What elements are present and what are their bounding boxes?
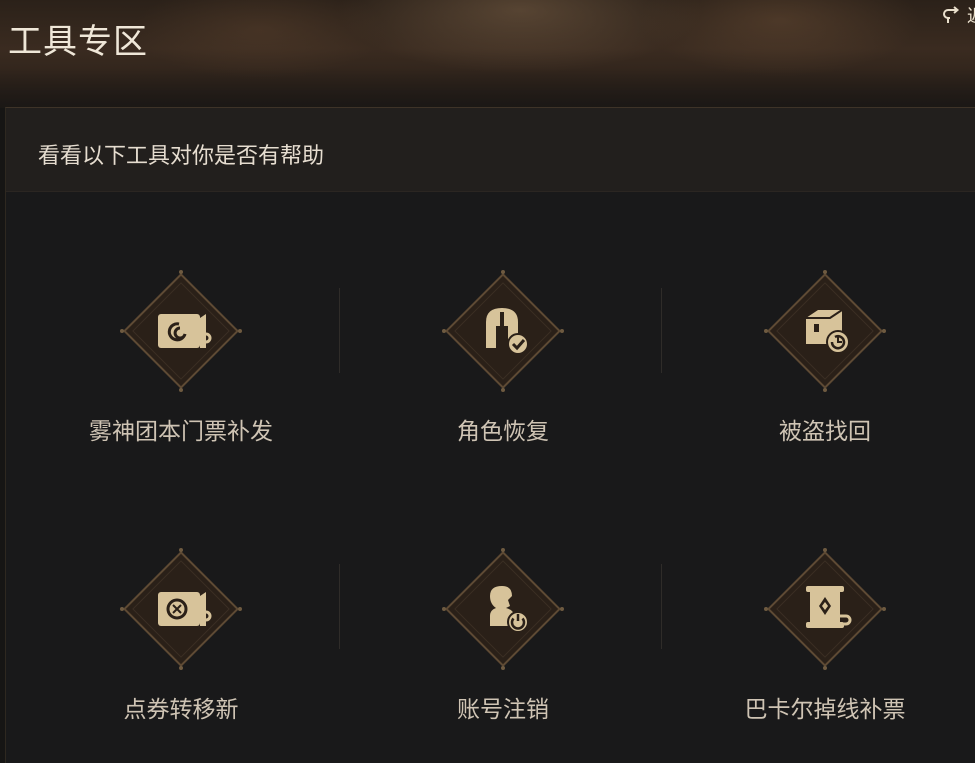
tool-label: 雾神团本门票补发 bbox=[89, 419, 273, 445]
tool-label: 点券转移新 bbox=[123, 697, 239, 723]
return-icon bbox=[943, 6, 960, 23]
divider bbox=[661, 288, 662, 373]
tool-label: 角色恢复 bbox=[457, 419, 549, 445]
tool-label: 巴卡尔掉线补票 bbox=[744, 697, 906, 723]
user-power-icon bbox=[442, 548, 564, 670]
tool-label: 账号注销 bbox=[457, 697, 549, 723]
tool-ticket-reissue[interactable]: 雾神团本门票补发 bbox=[21, 256, 341, 456]
helmet-check-icon bbox=[442, 270, 564, 392]
tool-coupon-transfer[interactable]: 点券转移新 bbox=[21, 534, 341, 734]
tool-grid: 雾神团本门票补发 角色恢复 被盗找回 点券转移新 账号注销 巴卡尔掉线补票 bbox=[6, 192, 975, 763]
scroll-diamond-icon bbox=[764, 548, 886, 670]
page-title: 工具专区 bbox=[8, 22, 148, 62]
tool-character-restore[interactable]: 角色恢复 bbox=[343, 256, 663, 456]
divider bbox=[661, 564, 662, 649]
tool-panel: 看看以下工具对你是否有帮助 雾神团本门票补发 角色恢复 被盗找回 点券转移新 账… bbox=[5, 107, 975, 763]
divider bbox=[339, 564, 340, 649]
chest-restore-icon bbox=[764, 270, 886, 392]
divider bbox=[339, 288, 340, 373]
tool-bakal-ticket-reissue[interactable]: 巴卡尔掉线补票 bbox=[665, 534, 975, 734]
ticket-transfer-icon bbox=[120, 548, 242, 670]
panel-header: 看看以下工具对你是否有帮助 bbox=[6, 108, 975, 192]
ticket-swirl-icon bbox=[120, 270, 242, 392]
back-button[interactable]: 返回 bbox=[941, 0, 975, 28]
back-label: 返回 bbox=[967, 2, 975, 28]
tool-account-deletion[interactable]: 账号注销 bbox=[343, 534, 663, 734]
panel-subtitle: 看看以下工具对你是否有帮助 bbox=[38, 144, 325, 169]
tool-label: 被盗找回 bbox=[779, 419, 871, 445]
tool-stolen-recovery[interactable]: 被盗找回 bbox=[665, 256, 975, 456]
tool-zone-page: 工具专区 返回 看看以下工具对你是否有帮助 bbox=[0, 0, 975, 763]
